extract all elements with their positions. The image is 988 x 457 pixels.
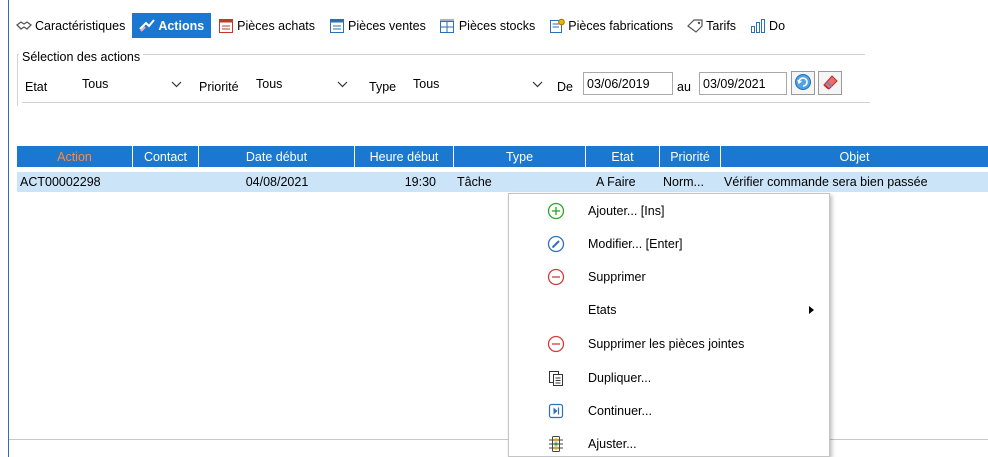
cell-etat: A Faire xyxy=(596,175,636,189)
submenu-arrow-icon xyxy=(809,305,814,314)
table-row[interactable]: ACT00002298 04/08/2021 19:30 Tâche A Fai… xyxy=(17,172,988,192)
cell-contact xyxy=(133,172,199,192)
menu-item-ajouter[interactable]: Ajouter... [Ins] xyxy=(509,194,829,227)
etat-value: Tous xyxy=(82,77,109,91)
tab-label: Actions xyxy=(158,18,205,33)
cell-date-debut: 04/08/2021 xyxy=(245,175,309,189)
menu-item-label: Supprimer les pièces jointes xyxy=(588,336,745,351)
menu-item-etats[interactable]: Etats xyxy=(509,293,829,326)
chevron-down-icon xyxy=(170,78,182,90)
selection-group-title: Sélection des actions xyxy=(19,50,144,64)
date-from-field[interactable]: 03/06/2019 xyxy=(583,72,673,95)
menu-item-label: Modifier... [Enter] xyxy=(588,236,683,251)
tab-label: Do xyxy=(769,18,786,33)
de-label: De xyxy=(557,80,573,94)
add-circle-icon xyxy=(546,201,566,221)
tab-label: Pièces stocks xyxy=(458,18,536,33)
continue-icon xyxy=(546,401,566,421)
menu-item-label: Supprimer xyxy=(588,269,646,284)
menu-item-continuer[interactable]: Continuer... xyxy=(509,394,829,427)
chart-icon xyxy=(749,18,766,34)
tab-label: Pièces fabrications xyxy=(568,18,674,33)
tab-pieces-stocks[interactable]: Pièces stocks xyxy=(433,13,542,38)
context-menu: Ajouter... [Ins] Modifier... [Enter] Sup… xyxy=(508,193,830,457)
type-value: Tous xyxy=(413,77,440,91)
menu-item-label: Etats xyxy=(588,302,617,317)
stock-icon xyxy=(439,18,456,34)
type-select[interactable]: Tous xyxy=(409,73,547,95)
menu-item-label: Ajuster... xyxy=(588,436,637,451)
cell-objet: Vérifier commande sera bien passée xyxy=(724,175,928,189)
col-header-objet[interactable]: Objet xyxy=(721,146,988,167)
col-header-date-debut[interactable]: Date début xyxy=(199,146,355,167)
duplicate-icon xyxy=(546,368,566,388)
chevron-down-icon xyxy=(336,78,348,90)
manufacturing-icon xyxy=(548,18,565,34)
grid-header: Action Contact Date début Heure début Ty… xyxy=(17,146,988,167)
refresh-icon xyxy=(794,73,812,94)
sales-doc-icon xyxy=(328,18,345,34)
refresh-button[interactable] xyxy=(791,71,815,95)
cell-heure-debut: 19:30 xyxy=(404,175,436,189)
tab-actions[interactable]: Actions xyxy=(132,13,212,38)
menu-item-dupliquer[interactable]: Dupliquer... xyxy=(509,361,829,394)
actions-icon xyxy=(138,18,155,34)
date-to-field[interactable]: 03/09/2021 xyxy=(699,72,787,95)
col-header-priorite[interactable]: Priorité xyxy=(660,146,721,167)
etat-select[interactable]: Tous xyxy=(78,73,186,95)
menu-item-supprimer[interactable]: Supprimer xyxy=(509,260,829,293)
priorite-value: Tous xyxy=(256,77,283,91)
col-header-action[interactable]: Action xyxy=(17,146,133,167)
chevron-down-icon xyxy=(531,78,543,90)
handshake-icon xyxy=(15,18,32,34)
cell-type: Tâche xyxy=(457,175,492,189)
tab-bar: Caractéristiques Actions Pièces achats P… xyxy=(9,13,988,38)
date-to-value: 03/09/2021 xyxy=(703,76,766,91)
remove-circle-icon xyxy=(546,267,566,287)
purchase-doc-icon xyxy=(217,18,234,34)
tab-tarifs[interactable]: Tarifs xyxy=(680,13,743,38)
col-header-heure-debut[interactable]: Heure début xyxy=(355,146,454,167)
remove-circle-icon xyxy=(546,334,566,354)
etat-label: Etat xyxy=(25,80,48,94)
tab-documents[interactable]: Do xyxy=(743,13,792,38)
cell-action: ACT00002298 xyxy=(20,175,101,189)
priorite-select[interactable]: Tous xyxy=(252,73,352,95)
au-label: au xyxy=(677,80,691,94)
group-separator xyxy=(22,102,870,103)
col-header-contact[interactable]: Contact xyxy=(133,146,199,167)
menu-item-modifier[interactable]: Modifier... [Enter] xyxy=(509,227,829,260)
window-left-border xyxy=(8,0,9,457)
priorite-label: Priorité xyxy=(199,80,239,94)
tab-pieces-fabrications[interactable]: Pièces fabrications xyxy=(542,13,680,38)
clear-button[interactable] xyxy=(818,71,842,95)
grid-bottom-border xyxy=(9,439,988,440)
adjust-icon xyxy=(546,434,566,454)
menu-item-ajuster[interactable]: Ajuster... xyxy=(509,427,829,457)
menu-item-label: Dupliquer... xyxy=(588,370,652,385)
tab-pieces-ventes[interactable]: Pièces ventes xyxy=(322,13,433,38)
eraser-icon xyxy=(821,73,839,94)
tab-caracteristiques[interactable]: Caractéristiques xyxy=(9,13,132,38)
tag-icon xyxy=(686,18,703,34)
col-header-type[interactable]: Type xyxy=(454,146,586,167)
type-label: Type xyxy=(369,80,397,94)
tab-pieces-achats[interactable]: Pièces achats xyxy=(211,13,322,38)
tab-label: Pièces achats xyxy=(237,18,315,33)
menu-item-supprimer-pieces-jointes[interactable]: Supprimer les pièces jointes xyxy=(509,327,829,360)
tab-label: Pièces ventes xyxy=(348,18,426,33)
edit-circle-icon xyxy=(546,234,566,254)
menu-item-label: Ajouter... [Ins] xyxy=(588,203,665,218)
col-header-etat[interactable]: Etat xyxy=(586,146,660,167)
tab-label: Caractéristiques xyxy=(35,18,126,33)
date-from-value: 03/06/2019 xyxy=(587,76,650,91)
tab-label: Tarifs xyxy=(706,18,737,33)
cell-priorite: Norm... xyxy=(663,175,704,189)
menu-item-label: Continuer... xyxy=(588,403,652,418)
